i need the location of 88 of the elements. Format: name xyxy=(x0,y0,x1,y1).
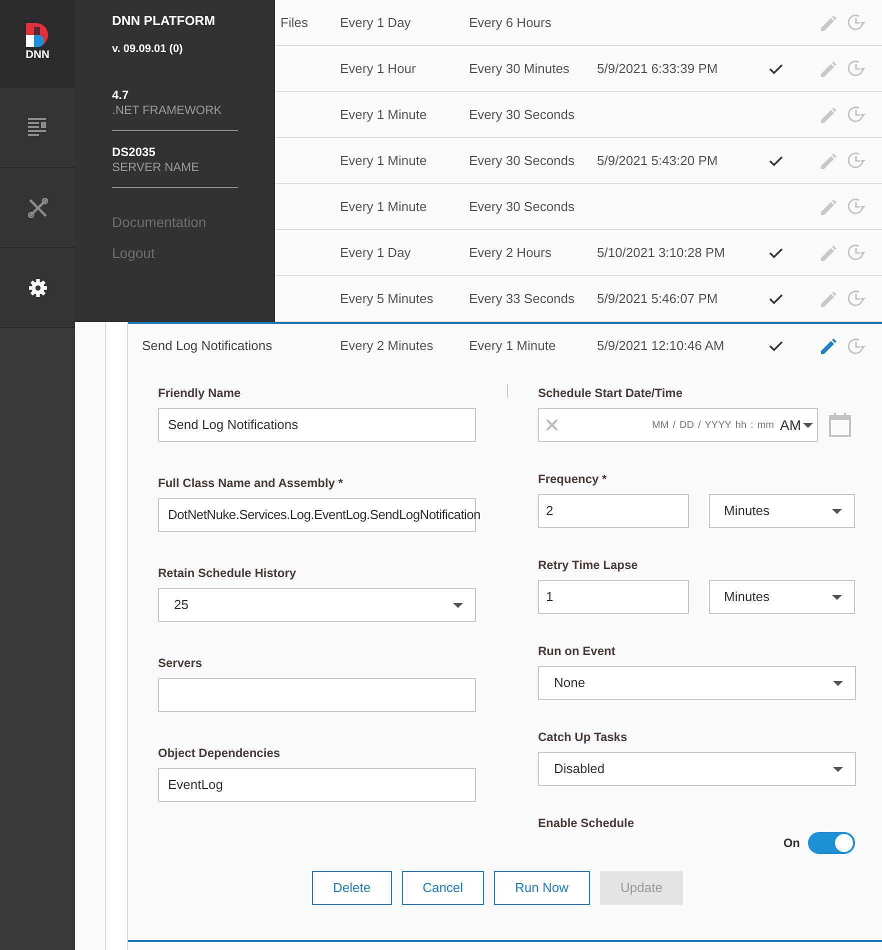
date-placeholder-text: / xyxy=(698,418,701,432)
frequency-cell: Every 5 Minutes xyxy=(340,290,434,306)
task-name: Files xyxy=(280,14,308,32)
dropdown[interactable]: None xyxy=(538,666,856,700)
date-time-field[interactable]: MM / DD / YYYY hh : mm AM xyxy=(538,408,818,442)
date-placeholder-text: hh xyxy=(735,418,747,432)
text-field[interactable]: Send Log Notifications xyxy=(158,408,476,442)
caret-icon xyxy=(833,680,843,686)
settings-icon[interactable] xyxy=(28,278,48,298)
fact-label: SERVER NAME xyxy=(112,160,200,174)
caret-icon xyxy=(833,766,843,772)
history-icon[interactable] xyxy=(847,59,866,78)
frequency-cell: Every 1 Day xyxy=(340,14,411,30)
field-label: Schedule Start Date/Time xyxy=(538,385,682,402)
retry-cell: Every 33 Seconds xyxy=(469,290,575,306)
tools-icon[interactable] xyxy=(28,198,48,218)
version-text: v. 09.09.01 (0) xyxy=(112,42,184,57)
next-start-cell: 5/9/2021 6:33:39 PM xyxy=(597,60,718,76)
meridiem-text: AM xyxy=(780,416,801,434)
unit-dropdown[interactable]: Minutes xyxy=(709,494,855,528)
dropdown[interactable]: 25 xyxy=(158,588,476,622)
history-icon[interactable] xyxy=(847,243,866,262)
field-label: Retain Schedule History xyxy=(158,565,296,582)
date-placeholder-text: : xyxy=(750,418,754,432)
caret-icon xyxy=(453,602,463,608)
frequency-cell: Every 1 Minute xyxy=(340,152,427,168)
fact-value: 4.7 xyxy=(112,88,130,102)
toggle-switch[interactable] xyxy=(808,832,855,854)
frequency-cell: Every 1 Minute xyxy=(340,106,427,122)
action-button: Update xyxy=(600,871,684,905)
retry-cell: Every 30 Seconds xyxy=(469,152,575,168)
action-button[interactable]: Cancel xyxy=(402,871,484,905)
history-icon[interactable] xyxy=(847,151,866,170)
caret-icon xyxy=(803,422,813,428)
history-icon[interactable] xyxy=(847,197,866,216)
frequency-cell: Every 2 Minutes xyxy=(340,338,434,354)
number-field[interactable]: 1 xyxy=(538,580,689,614)
dropdown[interactable]: Disabled xyxy=(538,752,856,786)
field-label: Enable Schedule xyxy=(538,815,634,832)
field-label: Frequency * xyxy=(538,471,607,488)
retry-cell: Every 6 Hours xyxy=(469,14,552,30)
caret-icon xyxy=(832,508,842,514)
field-label: Full Class Name and Assembly * xyxy=(158,475,343,492)
field-label: Retry Time Lapse xyxy=(538,557,638,574)
field-label: Object Dependencies xyxy=(158,745,280,762)
retry-cell: Every 1 Minute xyxy=(469,338,556,354)
date-placeholder-text: mm xyxy=(757,418,774,432)
task-name: Send Log Notifications xyxy=(142,338,272,354)
toggle-label: On xyxy=(783,835,800,852)
fact-label: .NET FRAMEWORK xyxy=(112,102,223,118)
retry-cell: Every 30 Seconds xyxy=(469,106,575,122)
next-start-cell: 5/9/2021 5:43:20 PM xyxy=(597,152,718,168)
frequency-cell: Every 1 Day xyxy=(340,244,411,260)
edit-icon[interactable] xyxy=(819,337,837,355)
field-label: Friendly Name xyxy=(158,385,241,402)
fact-value: DS2035 xyxy=(112,144,156,160)
retry-cell: Every 30 Minutes xyxy=(469,60,570,76)
date-placeholder-text: MM xyxy=(652,418,669,432)
frequency-cell: Every 1 Hour xyxy=(340,60,416,76)
logo-icon xyxy=(26,23,50,47)
date-placeholder-text: / xyxy=(672,418,676,432)
text-field[interactable] xyxy=(158,678,476,712)
date-placeholder-text: YYYY xyxy=(704,418,732,432)
unit-dropdown[interactable]: Minutes xyxy=(709,580,855,614)
text-field[interactable]: EventLog xyxy=(158,768,476,802)
logo-text: DNN xyxy=(26,50,50,61)
next-start-cell: 5/9/2021 12:10:46 AM xyxy=(597,338,724,354)
history-icon[interactable] xyxy=(847,13,866,32)
next-start-cell: 5/10/2021 3:10:28 PM xyxy=(597,244,725,260)
action-button[interactable]: Delete xyxy=(312,871,392,905)
retry-cell: Every 2 Hours xyxy=(469,244,552,260)
retry-cell: Every 30 Seconds xyxy=(469,198,575,214)
pages-icon[interactable] xyxy=(28,118,48,138)
action-button[interactable]: Run Now xyxy=(494,871,590,905)
field-label: Catch Up Tasks xyxy=(538,729,628,746)
platform-title: DNN PLATFORM xyxy=(112,13,216,29)
history-icon[interactable] xyxy=(847,105,866,124)
date-placeholder-text: DD xyxy=(680,418,694,432)
field-label: Servers xyxy=(158,655,202,672)
history-icon[interactable] xyxy=(847,289,866,308)
caret-icon xyxy=(832,594,842,600)
number-field[interactable]: 2 xyxy=(538,494,689,528)
clear-icon[interactable] xyxy=(546,419,558,431)
history-icon[interactable] xyxy=(847,336,866,356)
frequency-cell: Every 1 Minute xyxy=(340,198,427,214)
calendar-icon[interactable] xyxy=(829,413,851,437)
field-label: Run on Event xyxy=(538,643,616,660)
next-start-cell: 5/9/2021 5:46:07 PM xyxy=(597,290,718,306)
